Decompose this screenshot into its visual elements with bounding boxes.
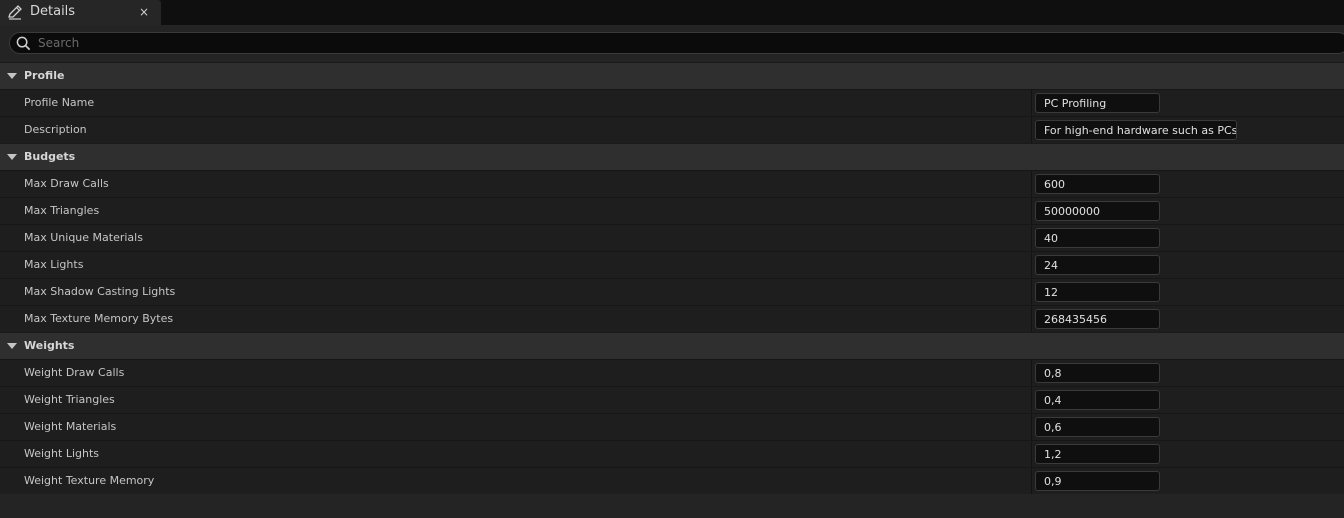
category-label: Weights [24,339,75,352]
details-panel: Profile Profile Name Description Budgets Max… [0,25,1344,518]
property-label: Max Unique Materials [24,231,143,244]
search-input[interactable] [38,33,1328,53]
property-label: Description [24,123,87,136]
property-row: Weight Draw Calls [0,359,1344,386]
property-label: Max Draw Calls [24,177,109,190]
property-value-field[interactable] [1035,363,1160,383]
property-row: Max Shadow Casting Lights [0,278,1344,305]
column-splitter[interactable] [1031,441,1032,467]
chevron-down-icon[interactable] [7,73,17,79]
column-splitter[interactable] [1031,306,1032,332]
details-tab[interactable]: Details × [0,0,161,25]
property-label: Weight Lights [24,447,100,460]
column-splitter[interactable] [1031,171,1032,197]
property-row: Max Texture Memory Bytes [0,305,1344,332]
property-row: Weight Lights [0,440,1344,467]
category-label: Budgets [24,150,76,163]
column-splitter[interactable] [1031,468,1032,494]
property-label: Profile Name [24,96,95,109]
category-weights[interactable]: Weights [0,332,1344,359]
close-tab-button[interactable]: × [139,4,149,20]
tab-bar: Details × [0,0,1344,25]
property-value-field[interactable] [1035,228,1160,248]
property-label: Weight Materials [24,420,117,433]
column-splitter[interactable] [1031,414,1032,440]
column-splitter[interactable] [1031,279,1032,305]
chevron-down-icon[interactable] [7,154,17,160]
property-value-field[interactable] [1035,309,1160,329]
property-value-field[interactable] [1035,444,1160,464]
property-row: Description [0,116,1344,143]
property-value-field[interactable] [1035,471,1160,491]
column-splitter[interactable] [1031,198,1032,224]
property-value-field[interactable] [1035,282,1160,302]
property-row: Weight Triangles [0,386,1344,413]
column-splitter[interactable] [1031,90,1032,116]
search-icon [16,36,31,51]
column-splitter[interactable] [1031,117,1032,143]
property-row: Max Draw Calls [0,170,1344,197]
tab-title: Details [30,4,76,19]
property-row: Max Lights [0,251,1344,278]
column-splitter[interactable] [1031,225,1032,251]
property-label: Max Shadow Casting Lights [24,285,176,298]
property-row: Profile Name [0,89,1344,116]
property-label: Max Texture Memory Bytes [24,312,174,325]
property-label: Weight Draw Calls [24,366,125,379]
property-value-field[interactable] [1035,255,1160,275]
property-value-field[interactable] [1035,174,1160,194]
property-label: Max Triangles [24,204,100,217]
property-label: Weight Triangles [24,393,115,406]
category-profile[interactable]: Profile [0,62,1344,89]
column-splitter[interactable] [1031,252,1032,278]
property-value-field[interactable] [1035,417,1160,437]
property-label: Weight Texture Memory [24,474,155,487]
chevron-down-icon[interactable] [7,343,17,349]
property-row: Max Triangles [0,197,1344,224]
property-row: Weight Texture Memory [0,467,1344,494]
category-budgets[interactable]: Budgets [0,143,1344,170]
property-value-field[interactable] [1035,93,1160,113]
edit-pencil-icon [8,5,22,20]
search-bar[interactable] [9,32,1344,54]
property-value-field[interactable] [1035,201,1160,221]
column-splitter[interactable] [1031,387,1032,413]
category-label: Profile [24,69,65,82]
property-label: Max Lights [24,258,84,271]
property-row: Weight Materials [0,413,1344,440]
property-value-field[interactable] [1035,390,1160,410]
property-row: Max Unique Materials [0,224,1344,251]
column-splitter[interactable] [1031,360,1032,386]
property-value-field[interactable] [1035,120,1237,140]
